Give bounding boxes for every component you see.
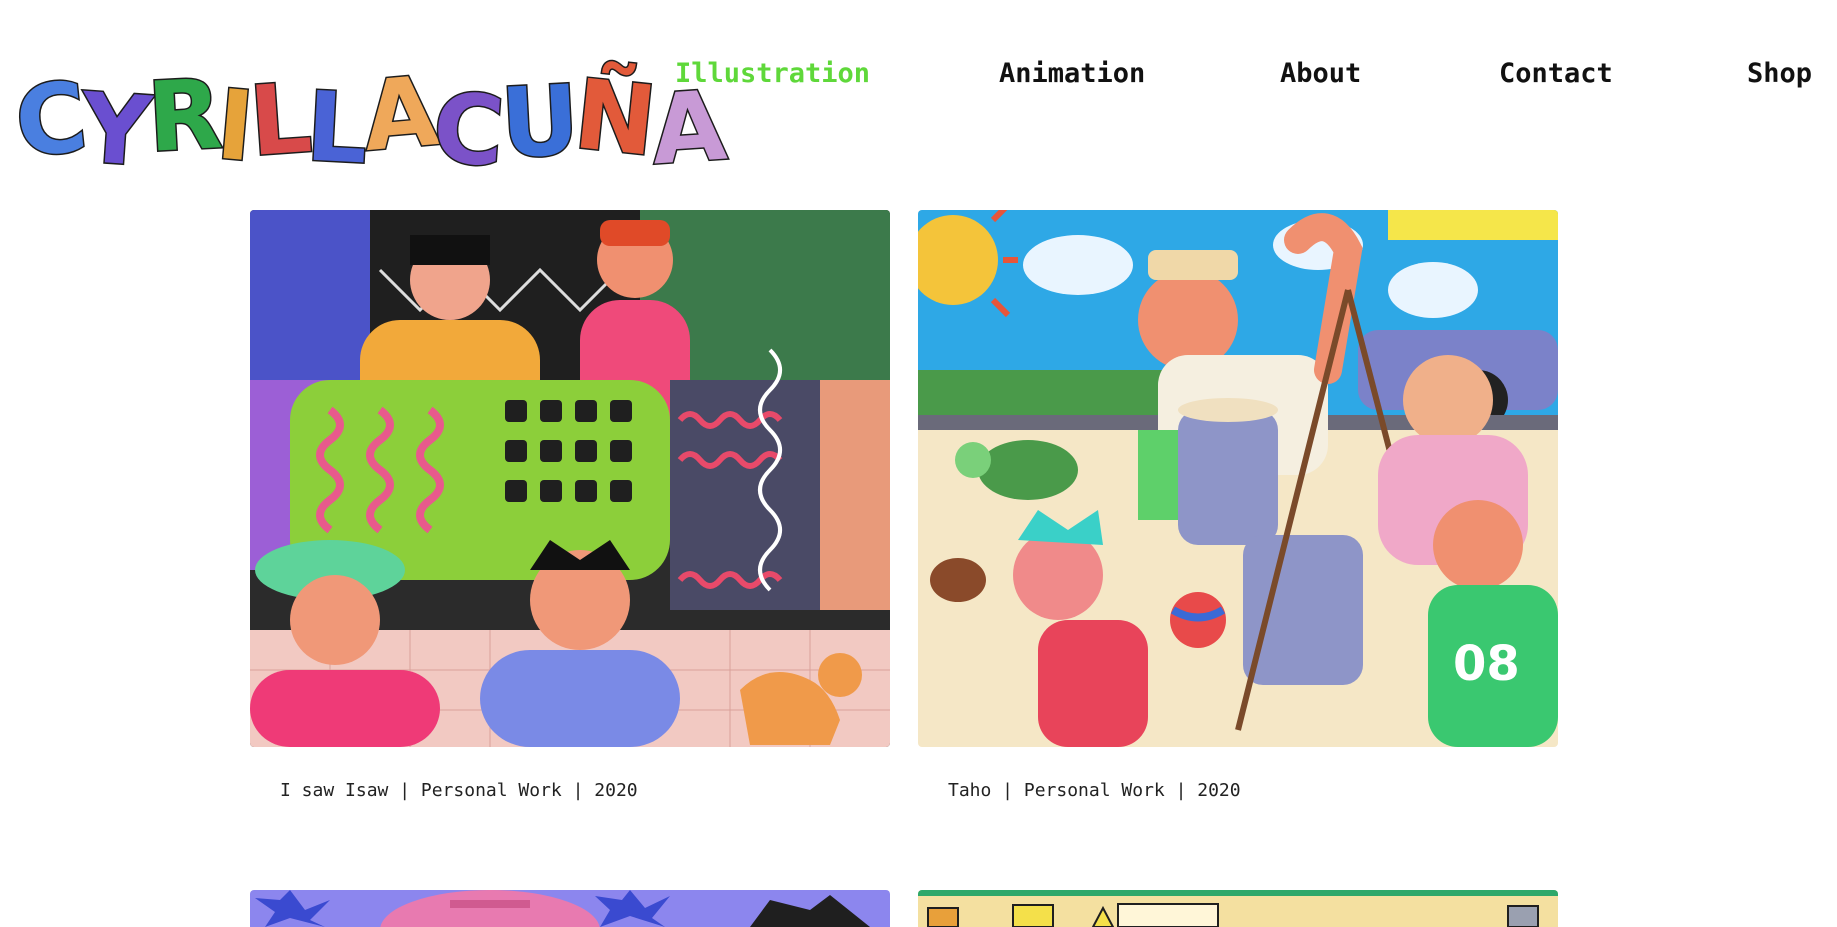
- main-nav: Illustration Animation About Contact Sho…: [0, 58, 1837, 98]
- gallery-card-row2-right[interactable]: [918, 890, 1558, 927]
- site-header: CYRILLACUÑA Illustration Animation About…: [0, 0, 1837, 189]
- artwork-row2-left: [250, 890, 890, 927]
- isaw-illustration: [250, 210, 890, 747]
- artwork-isaw[interactable]: [250, 210, 890, 747]
- artwork-caption[interactable]: I saw Isaw | Personal Work | 2020: [280, 780, 638, 801]
- gallery-card-taho[interactable]: 08 Taho | Personal Work | 2020: [918, 210, 1558, 830]
- artwork-caption[interactable]: Taho | Personal Work | 2020: [948, 780, 1241, 801]
- nav-contact[interactable]: Contact: [1499, 58, 1613, 89]
- gallery-card-isaw[interactable]: I saw Isaw | Personal Work | 2020: [250, 210, 890, 830]
- nav-about[interactable]: About: [1280, 58, 1361, 89]
- svg-text:08: 08: [1453, 636, 1520, 692]
- taho-illustration: 08: [918, 210, 1558, 747]
- gallery-card-row2-left[interactable]: [250, 890, 890, 927]
- nav-illustration[interactable]: Illustration: [675, 58, 870, 89]
- artwork-taho[interactable]: 08: [918, 210, 1558, 747]
- artwork-row2-right: [918, 890, 1558, 927]
- nav-shop[interactable]: Shop: [1747, 58, 1812, 89]
- nav-animation[interactable]: Animation: [999, 58, 1145, 89]
